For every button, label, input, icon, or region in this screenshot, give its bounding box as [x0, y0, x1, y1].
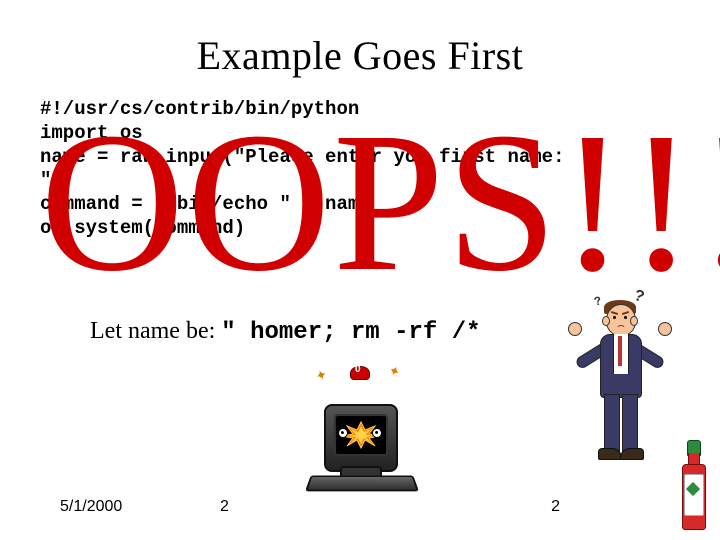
- example-value: " homer; rm -rf /*: [221, 319, 480, 346]
- code-block: #!/usr/cs/contrib/bin/python import os n…: [40, 98, 680, 241]
- footer-page-left: 2: [220, 498, 229, 516]
- footer-page-right: 2: [551, 498, 560, 516]
- exploding-computer-icon: ✦ ✦: [300, 372, 420, 492]
- slide-footer: 5/1/2000 2 2: [60, 498, 660, 516]
- example-injection-line: Let name be: " homer; rm -rf /*: [90, 318, 481, 346]
- confused-businessman-icon: ? ?: [580, 290, 660, 470]
- hot-sauce-bottle-icon: [680, 440, 706, 532]
- footer-date: 5/1/2000: [60, 498, 122, 516]
- example-label: Let name be:: [90, 318, 221, 344]
- question-mark-icon: ?: [592, 293, 603, 308]
- slide: Example Goes First #!/usr/cs/contrib/bin…: [0, 0, 720, 540]
- page-title: Example Goes First: [40, 32, 680, 79]
